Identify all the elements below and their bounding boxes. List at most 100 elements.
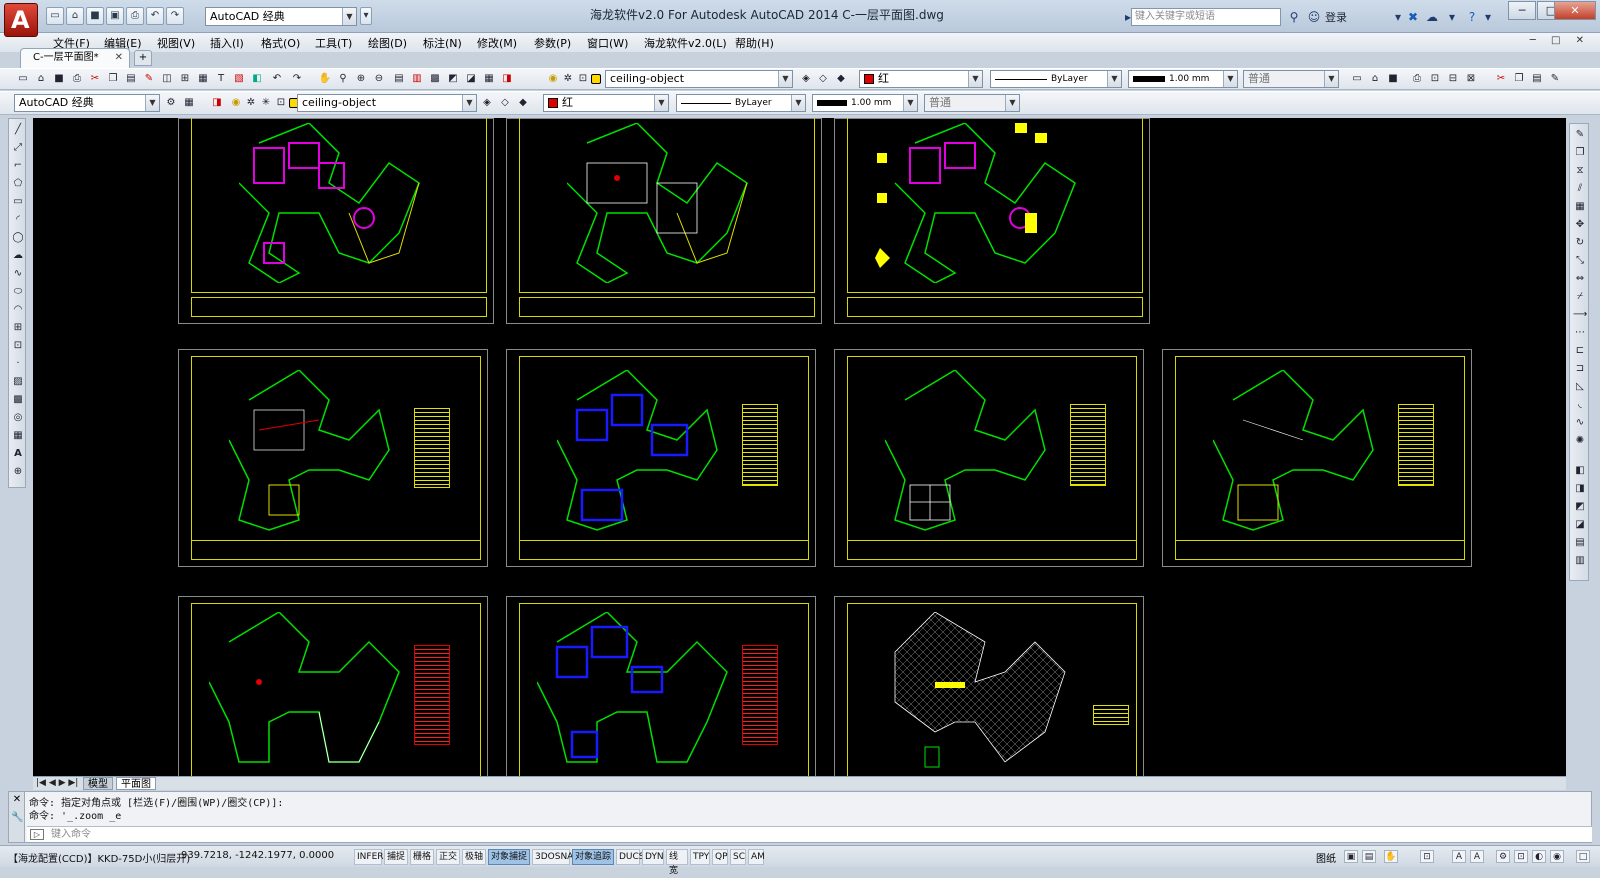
move-icon[interactable]: ✥ bbox=[1573, 218, 1587, 232]
new-tab-button[interactable]: + bbox=[134, 50, 152, 66]
application-menu-button[interactable]: A bbox=[4, 3, 38, 37]
layer-on-icon-2[interactable]: ◉ bbox=[229, 96, 243, 110]
stretch-icon[interactable]: ⇔ bbox=[1573, 272, 1587, 286]
rectangle-icon[interactable]: ▭ bbox=[11, 195, 25, 209]
extend-icon[interactable]: ⟶ bbox=[1573, 308, 1587, 322]
table-icon[interactable]: ▦ bbox=[196, 72, 210, 86]
layout-nav-buttons[interactable]: |◀ ◀ ▶ ▶| bbox=[36, 778, 78, 788]
layer-previous-icon[interactable]: ◇ bbox=[816, 72, 830, 86]
insert-icon[interactable]: ⊞ bbox=[178, 72, 192, 86]
copy-icon-2[interactable]: ❐ bbox=[1512, 72, 1526, 86]
linetype-select-2[interactable]: ByLayer ▼ bbox=[676, 94, 806, 112]
tab-model[interactable]: 模型 bbox=[83, 777, 113, 790]
layer-previous-icon-2[interactable]: ◇ bbox=[498, 96, 512, 110]
layer-select-2[interactable]: ceiling-object ▼ bbox=[297, 94, 477, 112]
linetype-select[interactable]: ByLayer ▼ bbox=[990, 70, 1122, 88]
open-icon-2[interactable]: ⌂ bbox=[1368, 72, 1382, 86]
cut-icon-2[interactable]: ✂ bbox=[1494, 72, 1508, 86]
binoculars-icon[interactable]: ⚲ bbox=[1286, 9, 1302, 25]
draworder-back-icon[interactable]: ◨ bbox=[1573, 482, 1587, 496]
undo-icon[interactable]: ↶ bbox=[146, 7, 164, 25]
hatch-icon[interactable]: ▨ bbox=[11, 375, 25, 389]
menu-dimension[interactable]: 标注(N) bbox=[423, 35, 462, 51]
text-front-icon[interactable]: ▤ bbox=[1573, 536, 1587, 550]
layer-manager-icon[interactable]: ◨ bbox=[500, 72, 514, 86]
cut-icon[interactable]: ✂ bbox=[88, 72, 102, 86]
break-icon[interactable]: ⊏ bbox=[1573, 344, 1587, 358]
print-icon[interactable]: ⎙ bbox=[126, 7, 144, 25]
status-toggle-dyn[interactable]: DYN bbox=[642, 849, 664, 865]
status-toggle-tpy[interactable]: TPY bbox=[690, 849, 710, 865]
tool-palette-icon[interactable]: ▩ bbox=[428, 72, 442, 86]
help-icon[interactable]: ? bbox=[1464, 9, 1480, 25]
copy-icon[interactable]: ❐ bbox=[106, 72, 120, 86]
clean-screen-icon[interactable]: □ bbox=[1576, 850, 1590, 863]
new-file-icon[interactable]: ▭ bbox=[46, 7, 64, 25]
publish-icon[interactable]: ⊟ bbox=[1446, 72, 1460, 86]
plotstyle-select-2[interactable]: 普通 ▼ bbox=[924, 94, 1020, 112]
drawing-sheet[interactable] bbox=[506, 596, 816, 776]
workspace-icon[interactable]: ▦ bbox=[182, 96, 196, 110]
freeze-icon-2[interactable]: ✲ bbox=[244, 96, 258, 110]
plotstyle-select[interactable]: 普通 ▼ bbox=[1243, 70, 1339, 88]
text-icon[interactable]: T bbox=[214, 72, 228, 86]
close-tab-icon[interactable]: ✕ bbox=[115, 49, 123, 67]
close-button[interactable]: ✕ bbox=[1554, 1, 1596, 20]
quick-view-drawings-icon[interactable]: ▤ bbox=[1362, 850, 1376, 863]
3d-dwf-icon[interactable]: ⊠ bbox=[1464, 72, 1478, 86]
menu-format[interactable]: 格式(O) bbox=[261, 35, 300, 51]
menu-insert[interactable]: 插入(I) bbox=[210, 35, 244, 51]
polyline-icon[interactable]: ⌐ bbox=[11, 159, 25, 173]
a360-icon[interactable]: ☁ bbox=[1424, 9, 1440, 25]
drawing-sheet[interactable] bbox=[1162, 349, 1472, 567]
document-window-controls[interactable]: ─ □ ✕ bbox=[1530, 35, 1590, 46]
layer-select[interactable]: ceiling-object ▼ bbox=[605, 70, 793, 88]
tab-layout[interactable]: 平面图 bbox=[116, 777, 156, 790]
lineweight-select-2[interactable]: 1.00 mm ▼ bbox=[812, 94, 918, 112]
revision-cloud-icon[interactable]: ☁ bbox=[11, 249, 25, 263]
mirror-icon[interactable]: ⧖ bbox=[1573, 164, 1587, 178]
redo-icon[interactable]: ↷ bbox=[290, 72, 304, 86]
paper-space-label[interactable]: 图纸 bbox=[1316, 850, 1336, 865]
status-toggle-3dosnap[interactable]: 3DOSNAP bbox=[532, 849, 579, 865]
properties-icon[interactable]: ▤ bbox=[392, 72, 406, 86]
model-space-viewport[interactable] bbox=[33, 118, 1566, 776]
undo-icon[interactable]: ↶ bbox=[270, 72, 284, 86]
annotation-visibility-icon[interactable]: A bbox=[1470, 850, 1484, 863]
search-input[interactable]: 键入关键字或短语 bbox=[1131, 8, 1281, 26]
new-icon[interactable]: ▭ bbox=[16, 72, 30, 86]
redo-icon[interactable]: ↷ bbox=[166, 7, 184, 25]
drawing-sheet[interactable] bbox=[834, 349, 1144, 567]
status-toggle-栅格[interactable]: 栅格 bbox=[410, 849, 434, 865]
drawing-sheet[interactable] bbox=[178, 118, 494, 324]
status-toggle-极轴[interactable]: 极轴 bbox=[462, 849, 486, 865]
draworder-under-icon[interactable]: ◪ bbox=[1573, 518, 1587, 532]
ellipse-arc-icon[interactable]: ◠ bbox=[11, 303, 25, 317]
menu-view[interactable]: 视图(V) bbox=[157, 35, 195, 51]
layer-state-icon[interactable]: ◆ bbox=[834, 72, 848, 86]
zoom-realtime-icon[interactable]: ⚲ bbox=[336, 72, 350, 86]
workspace-settings-icon[interactable]: ⚙ bbox=[164, 96, 178, 110]
workspace-select[interactable]: AutoCAD 经典 ▼ bbox=[205, 7, 357, 26]
minimize-button[interactable]: ─ bbox=[1508, 1, 1536, 20]
draworder-front-icon[interactable]: ◧ bbox=[1573, 464, 1587, 478]
offset-icon[interactable]: ⫽ bbox=[1573, 182, 1587, 196]
explode-icon[interactable]: ✺ bbox=[1573, 434, 1587, 448]
pan-icon[interactable]: ✋ bbox=[318, 72, 332, 86]
pan-status-icon[interactable]: ✋ bbox=[1384, 850, 1398, 863]
status-toggle-对象捕捉[interactable]: 对象捕捉 bbox=[488, 849, 530, 865]
block-icon[interactable]: ◫ bbox=[160, 72, 174, 86]
calculator-icon[interactable]: ▦ bbox=[482, 72, 496, 86]
design-center-icon[interactable]: ▥ bbox=[410, 72, 424, 86]
user-icon[interactable]: ☺ bbox=[1306, 9, 1322, 25]
drawing-sheet[interactable] bbox=[506, 349, 816, 567]
table-draw-icon[interactable]: ▦ bbox=[11, 429, 25, 443]
hatch-back-icon[interactable]: ▥ bbox=[1573, 554, 1587, 568]
file-tab-active[interactable]: C-一层平面图* ✕ bbox=[20, 48, 130, 68]
make-block-icon[interactable]: ⊡ bbox=[11, 339, 25, 353]
isolate-objects-icon[interactable]: ◉ bbox=[1550, 850, 1564, 863]
color-select-2[interactable]: 红 ▼ bbox=[543, 94, 669, 112]
ellipse-icon[interactable]: ⬭ bbox=[11, 285, 25, 299]
menu-modify[interactable]: 修改(M) bbox=[477, 35, 517, 51]
maximize-viewport-icon[interactable]: ⊡ bbox=[1420, 850, 1434, 863]
